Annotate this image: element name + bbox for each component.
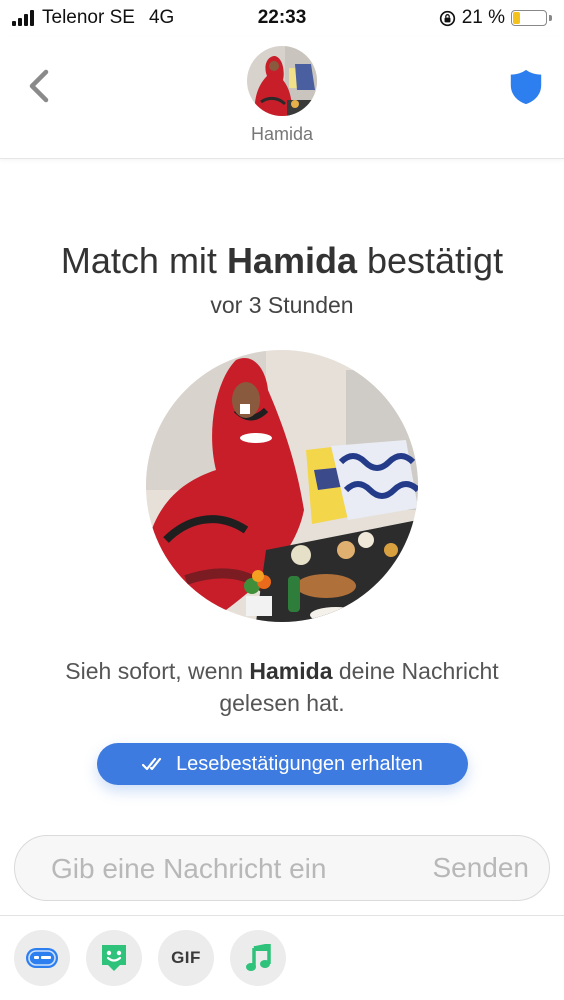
double-check-icon — [142, 757, 162, 771]
shield-icon[interactable] — [508, 68, 544, 106]
match-title-prefix: Match mit — [60, 240, 227, 281]
sticker-button[interactable] — [86, 930, 142, 986]
match-photo[interactable] — [146, 350, 418, 622]
match-name: Hamida — [226, 240, 357, 281]
music-button[interactable] — [230, 930, 286, 986]
read-receipt-info: Sieh sofort, wenn Hamida deine Nachricht… — [60, 655, 504, 719]
music-note-icon — [246, 944, 271, 971]
match-title-suffix: bestätigt — [356, 240, 504, 281]
sticker-icon — [102, 945, 126, 971]
match-photo-image — [146, 350, 418, 622]
status-right: 21 % — [439, 7, 552, 29]
match-title: Match mit Hamida bestätigt — [0, 240, 564, 282]
read-receipts-button-label: Lesebestätigungen erhalten — [176, 752, 423, 775]
message-card-icon — [26, 948, 58, 968]
message-card-button[interactable] — [14, 930, 70, 986]
divider — [0, 915, 564, 916]
rotation-lock-icon — [439, 10, 455, 26]
status-bar: Telenor SE 4G 22:33 21 % — [0, 0, 564, 36]
chat-header: Hamida — [0, 36, 564, 159]
read-receipts-button[interactable]: Lesebestätigungen erhalten — [97, 743, 468, 785]
battery-percent: 21 % — [461, 7, 505, 28]
match-time: vor 3 Stunden — [210, 292, 354, 318]
profile-name: Hamida — [250, 124, 314, 144]
gif-icon: GIF — [171, 948, 201, 967]
read-text-prefix: Sieh sofort, wenn — [65, 658, 250, 684]
battery-icon — [511, 10, 547, 26]
read-text-name: Hamida — [249, 658, 333, 684]
profile-avatar[interactable] — [247, 46, 317, 116]
attachment-toolbar: GIF — [14, 930, 286, 986]
battery-tip — [549, 15, 552, 21]
avatar-photo — [247, 46, 317, 116]
chevron-left-icon[interactable] — [20, 66, 60, 106]
send-button[interactable]: Senden — [432, 852, 529, 884]
message-input[interactable] — [49, 836, 413, 902]
gif-button[interactable]: GIF — [158, 930, 214, 986]
message-composer: Senden — [14, 835, 550, 902]
